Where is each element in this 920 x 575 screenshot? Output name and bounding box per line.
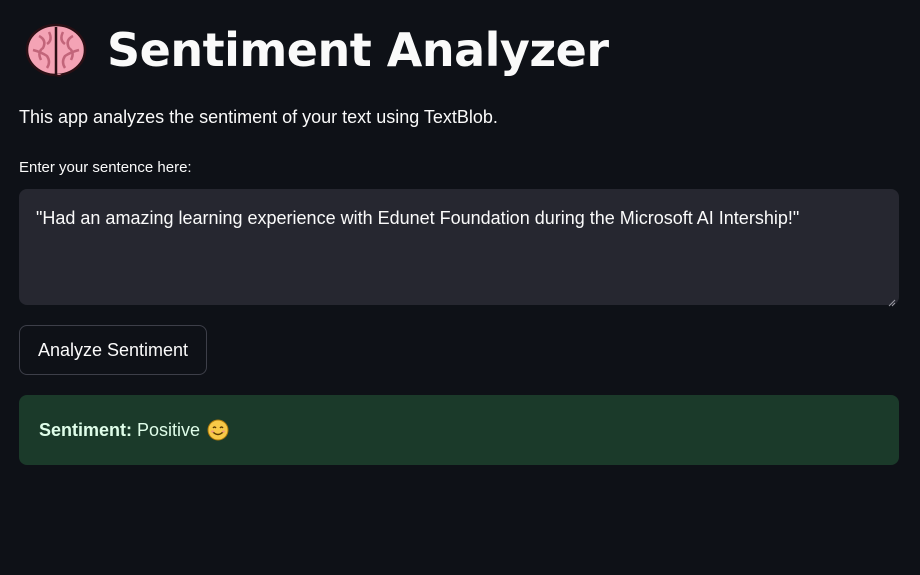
page-title: Sentiment Analyzer: [107, 23, 609, 77]
sentence-input-value: "Had an amazing learning experience with…: [36, 208, 800, 228]
sentence-input[interactable]: "Had an amazing learning experience with…: [19, 189, 899, 307]
sentiment-result-alert: Sentiment: Positive: [19, 395, 899, 465]
analyze-sentiment-button[interactable]: Analyze Sentiment: [19, 325, 207, 375]
sentiment-label: Sentiment:: [39, 419, 133, 440]
title-row: Sentiment Analyzer: [25, 22, 609, 78]
smiling-face-icon: [207, 419, 229, 441]
app-description: This app analyzes the sentiment of your …: [19, 107, 498, 127]
brain-icon: [25, 22, 87, 78]
sentiment-value: Positive: [137, 419, 201, 440]
sentence-input-label: Enter your sentence here:: [19, 159, 192, 176]
resize-handle-icon[interactable]: [888, 294, 896, 307]
